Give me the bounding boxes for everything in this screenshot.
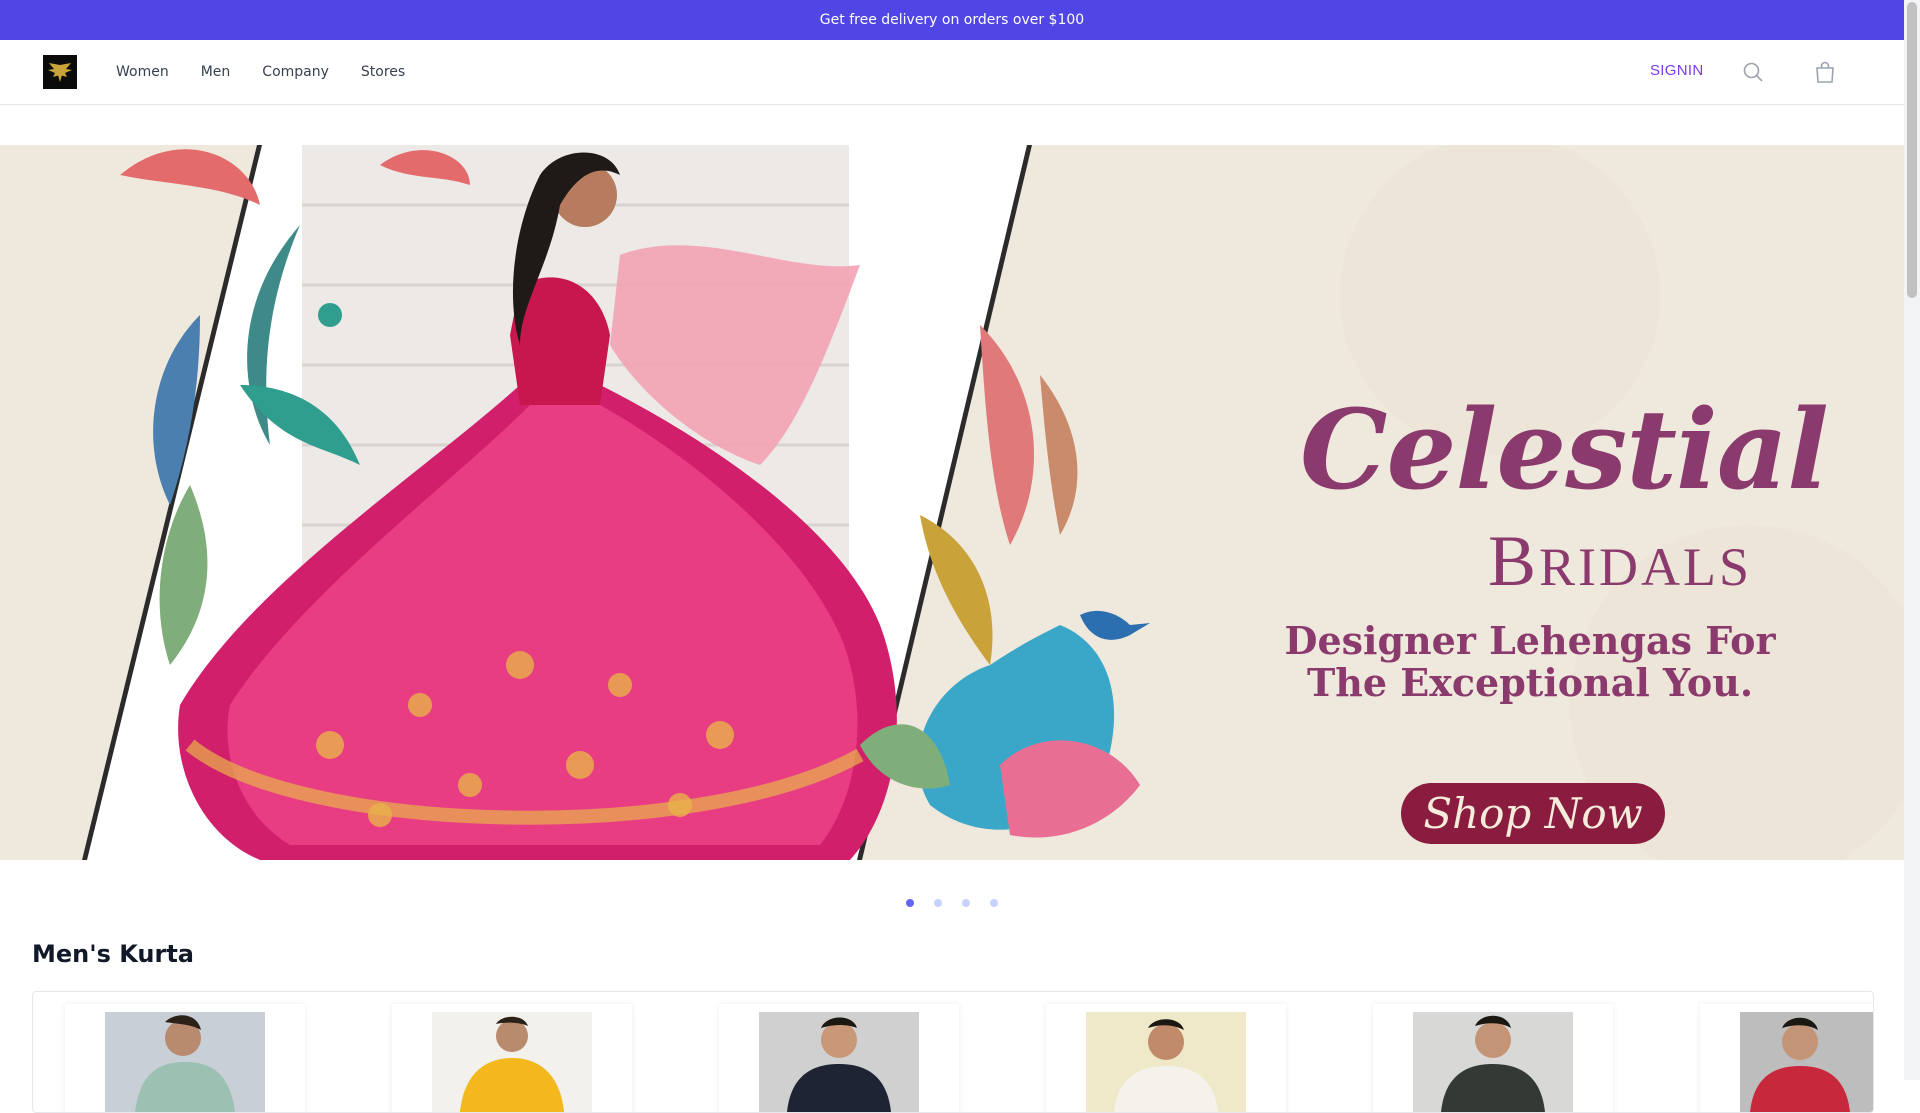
product-card[interactable]	[65, 1004, 305, 1112]
page-scrollbar[interactable]	[1904, 0, 1920, 1080]
top-navbar: Women Men Company Stores SIGNIN	[0, 40, 1904, 105]
nav-link-stores[interactable]: Stores	[361, 64, 405, 80]
hero-banner[interactable]: Celestial BRIDALS Designer Lehengas For …	[0, 145, 1904, 860]
carousel-dots	[906, 899, 998, 907]
product-carousel	[32, 991, 1874, 1113]
hero-title-bridals: BRIDALS	[1488, 525, 1752, 597]
search-icon[interactable]	[1741, 60, 1765, 84]
hero-subtitle: Designer Lehengas For The Exceptional Yo…	[1284, 618, 1776, 705]
nav-link-women[interactable]: Women	[116, 64, 169, 80]
promo-banner: Get free delivery on orders over $100	[0, 0, 1904, 40]
product-image[interactable]	[1086, 1012, 1246, 1112]
hero-title-celestial: Celestial	[1300, 385, 1829, 514]
hero-title-bridals-rest: RIDALS	[1539, 537, 1753, 597]
section-title-mens-kurta: Men's Kurta	[32, 940, 194, 968]
product-card[interactable]	[1700, 1004, 1873, 1112]
eagle-logo-icon[interactable]	[43, 55, 77, 89]
nav-link-company[interactable]: Company	[262, 64, 329, 80]
carousel-dot-1[interactable]	[906, 899, 914, 907]
product-image[interactable]	[1740, 1012, 1873, 1112]
product-image[interactable]	[1413, 1012, 1573, 1112]
product-image[interactable]	[759, 1012, 919, 1112]
shop-now-button[interactable]: Shop Now	[1401, 783, 1665, 844]
product-card[interactable]	[392, 1004, 632, 1112]
hero-title-bridals-initial: B	[1488, 521, 1540, 601]
product-card[interactable]	[1046, 1004, 1286, 1112]
signin-link[interactable]: SIGNIN	[1650, 62, 1703, 79]
product-image[interactable]	[105, 1012, 265, 1112]
carousel-dot-4[interactable]	[990, 899, 998, 907]
product-card[interactable]	[1373, 1004, 1613, 1112]
product-card[interactable]	[719, 1004, 959, 1112]
scrollbar-thumb[interactable]	[1907, 2, 1917, 298]
nav-link-men[interactable]: Men	[201, 64, 231, 80]
shopping-bag-icon[interactable]	[1813, 60, 1837, 84]
nav-links: Women Men Company Stores	[116, 40, 405, 104]
carousel-dot-3[interactable]	[962, 899, 970, 907]
promo-text: Get free delivery on orders over $100	[819, 12, 1085, 28]
carousel-dot-2[interactable]	[934, 899, 942, 907]
product-image[interactable]	[432, 1012, 592, 1112]
